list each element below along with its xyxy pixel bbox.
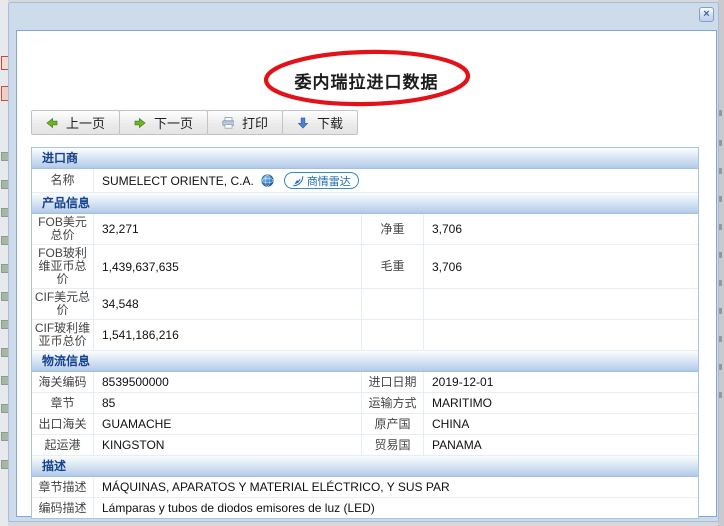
prev-page-button[interactable]: 上一页: [31, 110, 120, 135]
print-button[interactable]: 打印: [207, 110, 283, 135]
field-value: 1,439,637,635: [94, 245, 362, 288]
arrow-right-icon: [134, 117, 146, 129]
background-text-fragment: [719, 168, 722, 174]
field-label: 起运港: [32, 435, 94, 455]
download-label: 下载: [317, 113, 343, 132]
field-value: SUMELECT ORIENTE, C.A.: [94, 169, 698, 192]
prev-page-label: 上一页: [66, 113, 105, 132]
importer-name: SUMELECT ORIENTE, C.A.: [102, 174, 254, 188]
table-row: 出口海关 GUAMACHE 原产国 CHINA: [32, 414, 698, 435]
business-radar-badge[interactable]: 商情雷达: [284, 172, 359, 189]
background-text-fragment: [719, 252, 722, 258]
field-label: 原产国: [362, 414, 424, 434]
background-text-fragment: [719, 140, 722, 146]
table-row: 编码描述 Lámparas y tubos de diodos emisores…: [32, 498, 698, 518]
arrow-left-icon: [46, 117, 58, 129]
field-value: MÁQUINAS, APARATOS Y MATERIAL ELÉCTRICO,…: [94, 477, 698, 497]
field-label: CIF美元总价: [32, 289, 94, 319]
table-row: 章节 85 运输方式 MARITIMO: [32, 393, 698, 414]
field-label: 名称: [32, 169, 94, 192]
dialog-titlebar[interactable]: ×: [9, 3, 718, 29]
field-label: 编码描述: [32, 498, 94, 518]
close-icon[interactable]: ×: [699, 7, 714, 22]
download-button[interactable]: 下载: [282, 110, 358, 135]
field-label: FOB玻利维亚币总价: [32, 245, 94, 288]
field-label: 运输方式: [362, 393, 424, 413]
field-label: FOB美元总价: [32, 214, 94, 244]
section-header-importer: 进口商: [32, 148, 698, 169]
table-row: 海关编码 8539500000 进口日期 2019-12-01: [32, 372, 698, 393]
background-text-fragment: [719, 224, 722, 230]
table-row: 名称 SUMELECT ORIENTE, C.A.: [32, 169, 698, 193]
table-row: 章节描述 MÁQUINAS, APARATOS Y MATERIAL ELÉCT…: [32, 477, 698, 498]
field-label: 章节描述: [32, 477, 94, 497]
dialog-content-panel: 委内瑞拉进口数据 上一页 下一页: [16, 30, 717, 517]
page-title: 委内瑞拉进口数据: [17, 68, 716, 93]
background-text-fragment: [719, 392, 722, 398]
field-label: 出口海关: [32, 414, 94, 434]
background-text-fragment: [719, 364, 722, 370]
field-value: [424, 320, 698, 350]
field-value: 85: [94, 393, 362, 413]
background-text-fragment: [719, 336, 722, 342]
table-row: 起运港 KINGSTON 贸易国 PANAMA: [32, 435, 698, 456]
field-value: Lámparas y tubos de diodos emisores de l…: [94, 498, 698, 518]
field-label: 海关编码: [32, 372, 94, 392]
background-text-fragment: [719, 196, 722, 202]
field-label: 贸易国: [362, 435, 424, 455]
field-label: 净重: [362, 214, 424, 244]
field-label: [362, 320, 424, 350]
next-page-button[interactable]: 下一页: [119, 110, 208, 135]
field-value: 34,548: [94, 289, 362, 319]
import-record-table: 进口商 名称 SUMELECT ORIENTE, C.A.: [31, 147, 699, 519]
field-value: PANAMA: [424, 435, 698, 455]
field-value: 32,271: [94, 214, 362, 244]
field-value: [424, 289, 698, 319]
background-page-left-edge: [0, 0, 8, 526]
globe-icon[interactable]: [261, 174, 274, 187]
arrow-down-icon: [297, 117, 309, 129]
section-header-logistics: 物流信息: [32, 351, 698, 372]
field-value: KINGSTON: [94, 435, 362, 455]
background-text-fragment: [719, 110, 722, 116]
field-label: 毛重: [362, 245, 424, 288]
section-header-product: 产品信息: [32, 193, 698, 214]
field-value: 8539500000: [94, 372, 362, 392]
radar-icon: [292, 175, 304, 187]
next-page-label: 下一页: [154, 113, 193, 132]
field-label: [362, 289, 424, 319]
table-row: FOB玻利维亚币总价 1,439,637,635 毛重 3,706: [32, 245, 698, 289]
field-value: CHINA: [424, 414, 698, 434]
radar-badge-label: 商情雷达: [307, 173, 351, 189]
printer-icon: [222, 117, 234, 129]
field-value: 1,541,186,216: [94, 320, 362, 350]
field-label: CIF玻利维亚币总价: [32, 320, 94, 350]
pager-toolbar: 上一页 下一页 打印: [31, 110, 358, 135]
field-value: 2019-12-01: [424, 372, 698, 392]
field-value: 3,706: [424, 214, 698, 244]
field-label: 章节: [32, 393, 94, 413]
background-text-fragment: [719, 308, 722, 314]
field-label: 进口日期: [362, 372, 424, 392]
background-text-fragment: [719, 280, 722, 286]
table-row: FOB美元总价 32,271 净重 3,706: [32, 214, 698, 245]
field-value: 3,706: [424, 245, 698, 288]
field-value: MARITIMO: [424, 393, 698, 413]
table-row: CIF美元总价 34,548: [32, 289, 698, 320]
section-header-description: 描述: [32, 456, 698, 477]
print-label: 打印: [242, 113, 268, 132]
import-data-dialog: × 委内瑞拉进口数据 上一页 下一页: [8, 2, 719, 522]
field-value: GUAMACHE: [94, 414, 362, 434]
table-row: CIF玻利维亚币总价 1,541,186,216: [32, 320, 698, 351]
